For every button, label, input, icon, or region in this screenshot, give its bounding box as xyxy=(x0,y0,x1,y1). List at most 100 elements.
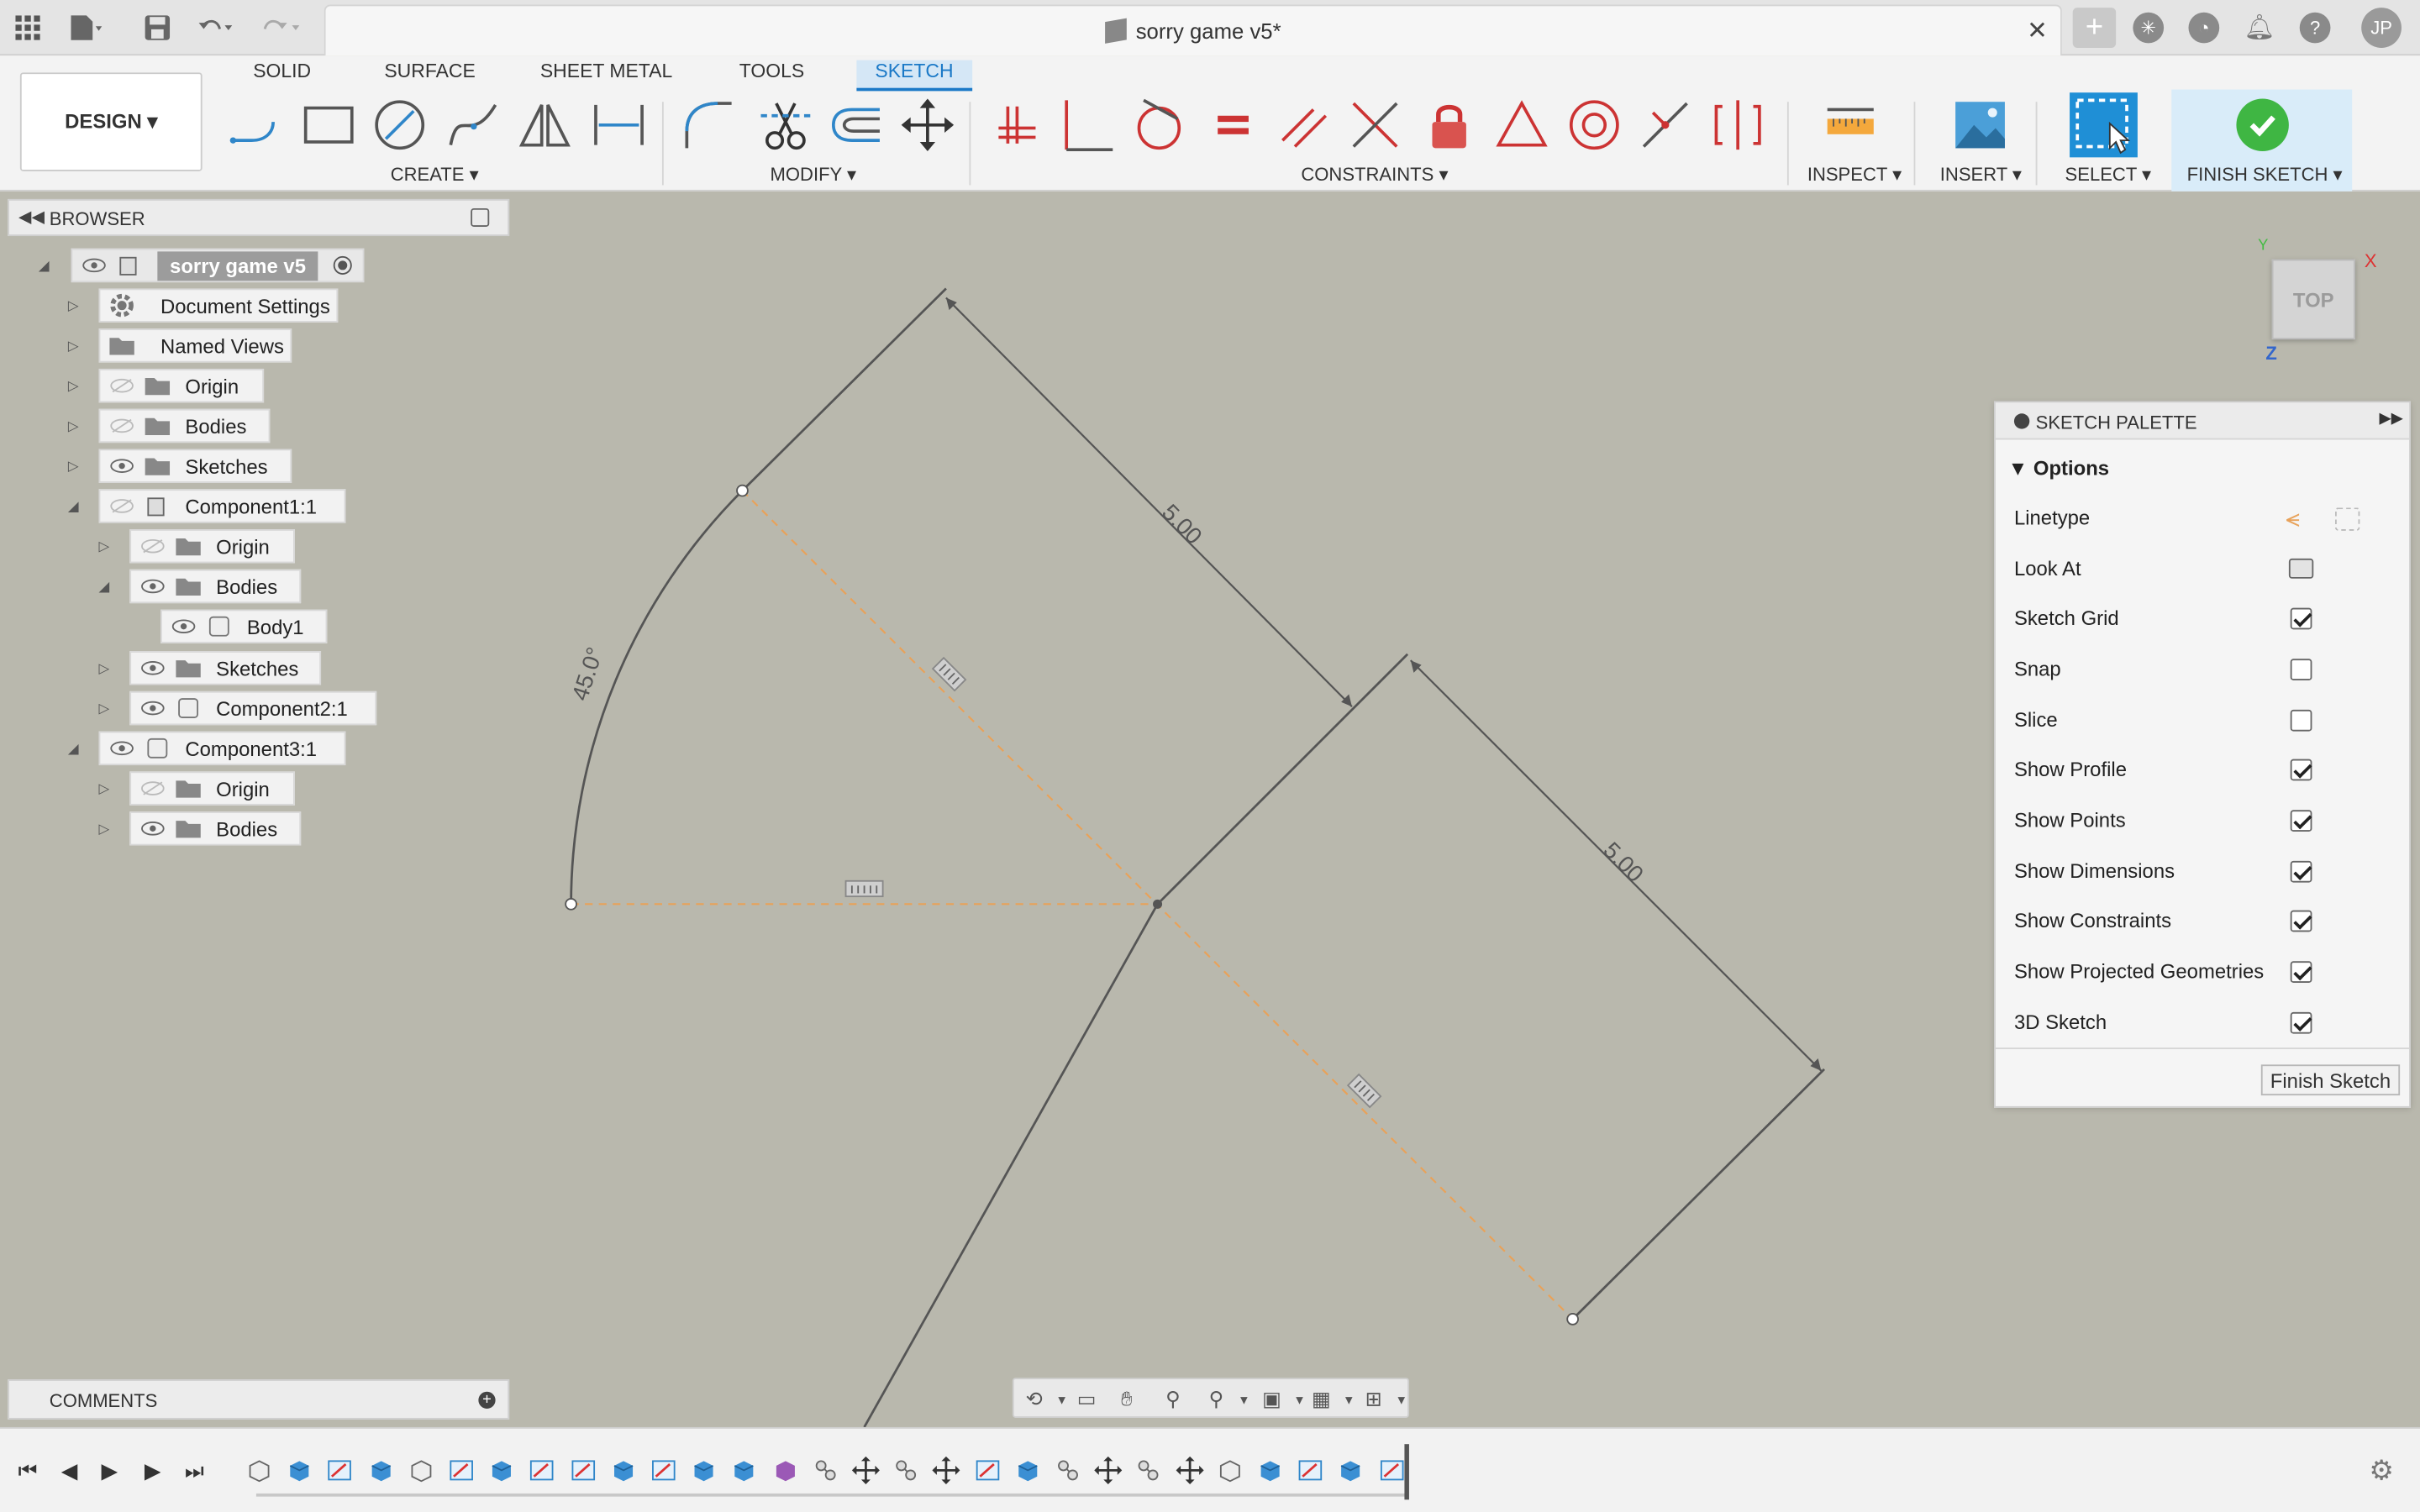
timeline-box-icon[interactable] xyxy=(690,1457,718,1484)
3d-sketch-checkbox[interactable] xyxy=(2290,1011,2312,1034)
go-to-start-icon[interactable]: ⏮︎ xyxy=(14,1457,42,1484)
timeline-box-icon[interactable] xyxy=(366,1457,394,1484)
browser-item-sketches[interactable]: Sketches xyxy=(129,651,322,685)
look-at-icon[interactable]: ▭ xyxy=(1073,1385,1101,1413)
browser-item-named-views[interactable]: Named Views xyxy=(98,328,292,363)
visibility-eye-icon[interactable] xyxy=(107,738,138,759)
save-icon[interactable] xyxy=(139,9,176,46)
equal-constraint-icon[interactable] xyxy=(1204,96,1263,155)
midpoint-constraint-icon[interactable] xyxy=(1636,96,1695,155)
collapsed-triangle-icon[interactable]: ▷ xyxy=(68,338,79,354)
construction-linetype-icon[interactable]: ⪪ xyxy=(2286,506,2300,533)
collapsed-triangle-icon[interactable]: ▷ xyxy=(68,418,79,435)
timeline-body-icon[interactable] xyxy=(408,1457,435,1484)
insert-image-icon[interactable] xyxy=(1951,96,2010,155)
timeline-marker[interactable] xyxy=(1404,1444,1409,1500)
new-tab-button[interactable]: + xyxy=(2072,8,2117,48)
collapsed-triangle-icon[interactable]: ▷ xyxy=(99,821,110,837)
timeline-sketch-icon[interactable] xyxy=(1297,1457,1324,1484)
display-settings-icon[interactable]: ▣ xyxy=(1258,1385,1286,1413)
tab-solid[interactable]: SOLID xyxy=(250,60,314,92)
timeline-joint-icon[interactable] xyxy=(1135,1457,1163,1484)
sketch-center-point[interactable] xyxy=(1153,899,1163,909)
browser-item-body1[interactable]: Body1 xyxy=(160,609,328,643)
hidden-eye-icon[interactable] xyxy=(137,778,168,800)
fillet-tool-icon[interactable] xyxy=(679,96,738,155)
dimension-tool-icon[interactable] xyxy=(590,96,649,155)
perpendicular-constraint-icon[interactable] xyxy=(1059,96,1118,155)
spline-tool-icon[interactable] xyxy=(445,96,503,155)
redo-icon[interactable] xyxy=(262,9,300,46)
modify-menu[interactable]: MODIFY ▾ xyxy=(771,164,857,186)
viewports-icon[interactable]: ⊞ xyxy=(1360,1385,1387,1413)
timeline-joint-icon[interactable] xyxy=(1054,1457,1081,1484)
constraints-menu[interactable]: CONSTRAINTS ▾ xyxy=(1301,164,1448,186)
timeline-box-icon[interactable] xyxy=(286,1457,313,1484)
timeline-sketch-icon[interactable] xyxy=(448,1457,476,1484)
browser-item-document-settings[interactable]: Document Settings xyxy=(98,288,339,323)
tangent-constraint-icon[interactable] xyxy=(1129,96,1188,155)
visibility-eye-icon[interactable] xyxy=(79,255,110,276)
zoom-icon[interactable]: ⚲ xyxy=(1159,1385,1186,1413)
sketch-line[interactable] xyxy=(1571,1068,1825,1320)
concentric-constraint-icon[interactable] xyxy=(1565,96,1623,155)
browser-item-component2[interactable]: Component2:1 xyxy=(129,690,377,726)
browser-item-root[interactable]: sorry game v5 xyxy=(71,248,365,283)
circle-tool-icon[interactable] xyxy=(371,96,429,155)
browser-item-origin[interactable]: Origin xyxy=(129,529,295,564)
fix-constraint-icon[interactable] xyxy=(1420,96,1479,155)
app-grid-icon[interactable] xyxy=(9,9,46,46)
finish-sketch-menu[interactable]: FINISH SKETCH ▾ xyxy=(2187,164,2343,186)
timeline-sketch-icon[interactable] xyxy=(1377,1457,1405,1484)
show-dimensions-checkbox[interactable] xyxy=(2290,860,2312,883)
active-radio-icon[interactable] xyxy=(334,255,353,275)
dropdown-arrow-icon[interactable]: ▼ xyxy=(1335,1385,1363,1413)
document-tab[interactable]: sorry game v5* ✕ xyxy=(324,4,2062,56)
timeline-component-icon[interactable] xyxy=(771,1457,799,1484)
sketch-grid-checkbox[interactable] xyxy=(2290,607,2312,630)
dropdown-arrow-icon[interactable]: ▼ xyxy=(1048,1385,1076,1413)
sketch-arc[interactable] xyxy=(570,490,744,905)
collapsed-triangle-icon[interactable]: ▷ xyxy=(99,701,110,717)
select-menu[interactable]: SELECT ▾ xyxy=(2065,164,2152,186)
hidden-eye-icon[interactable] xyxy=(107,415,138,437)
timeline-move-icon[interactable] xyxy=(851,1456,880,1484)
coincident-constraint-icon[interactable] xyxy=(988,96,1047,155)
symmetry-constraint-icon[interactable] xyxy=(1346,96,1405,155)
hidden-eye-icon[interactable] xyxy=(107,496,138,517)
collinear-constraint-icon[interactable] xyxy=(1708,96,1767,155)
expand-palette-icon[interactable]: ▶▶ xyxy=(2380,411,2403,428)
create-menu[interactable]: CREATE ▾ xyxy=(391,164,479,186)
select-tool-button[interactable] xyxy=(2070,92,2138,158)
timeline-move-icon[interactable] xyxy=(933,1456,961,1484)
tab-sheet-metal[interactable]: SHEET METAL xyxy=(537,60,676,92)
trim-tool-icon[interactable] xyxy=(756,96,815,155)
minimize-icon[interactable] xyxy=(471,207,490,227)
sketch-palette-header[interactable]: SKETCH PALETTE ▶▶ xyxy=(1995,402,2410,440)
parallel-constraint-glyph[interactable] xyxy=(1346,1073,1382,1109)
collapsed-triangle-icon[interactable]: ▷ xyxy=(68,378,79,395)
tab-sketch[interactable]: SKETCH xyxy=(856,60,972,92)
comments-panel[interactable]: COMMENTS + xyxy=(8,1379,510,1420)
expanded-triangle-icon[interactable]: ◢ xyxy=(68,498,79,515)
length-dimension-label[interactable]: 5.00 xyxy=(1157,499,1207,549)
dropdown-arrow-icon[interactable]: ▼ xyxy=(1387,1385,1415,1413)
show-points-checkbox[interactable] xyxy=(2290,810,2312,832)
timeline-sketch-icon[interactable] xyxy=(326,1457,354,1484)
expanded-triangle-icon[interactable]: ◢ xyxy=(99,579,110,596)
avatar[interactable]: JP xyxy=(2361,8,2402,48)
collapsed-triangle-icon[interactable]: ▷ xyxy=(99,780,110,797)
timeline-move-icon[interactable] xyxy=(1094,1456,1123,1484)
fit-zoom-icon[interactable]: ⚲ xyxy=(1202,1385,1230,1413)
notifications-icon[interactable]: 🔔︎ xyxy=(2244,13,2275,44)
collapsed-triangle-icon[interactable]: ▷ xyxy=(99,538,110,555)
extensions-icon[interactable]: ✳ xyxy=(2133,12,2165,44)
browser-item-component3[interactable]: Component3:1 xyxy=(98,731,346,766)
timeline-sketch-icon[interactable] xyxy=(529,1457,556,1484)
timeline-joint-icon[interactable] xyxy=(812,1457,839,1484)
close-tab-icon[interactable]: ✕ xyxy=(2023,15,2051,45)
timeline-box-icon[interactable] xyxy=(1013,1457,1041,1484)
collapsed-triangle-icon[interactable]: ▷ xyxy=(68,459,79,475)
browser-item-origin[interactable]: Origin xyxy=(129,771,295,806)
options-section-header[interactable]: ▼ Options xyxy=(2008,457,2110,480)
